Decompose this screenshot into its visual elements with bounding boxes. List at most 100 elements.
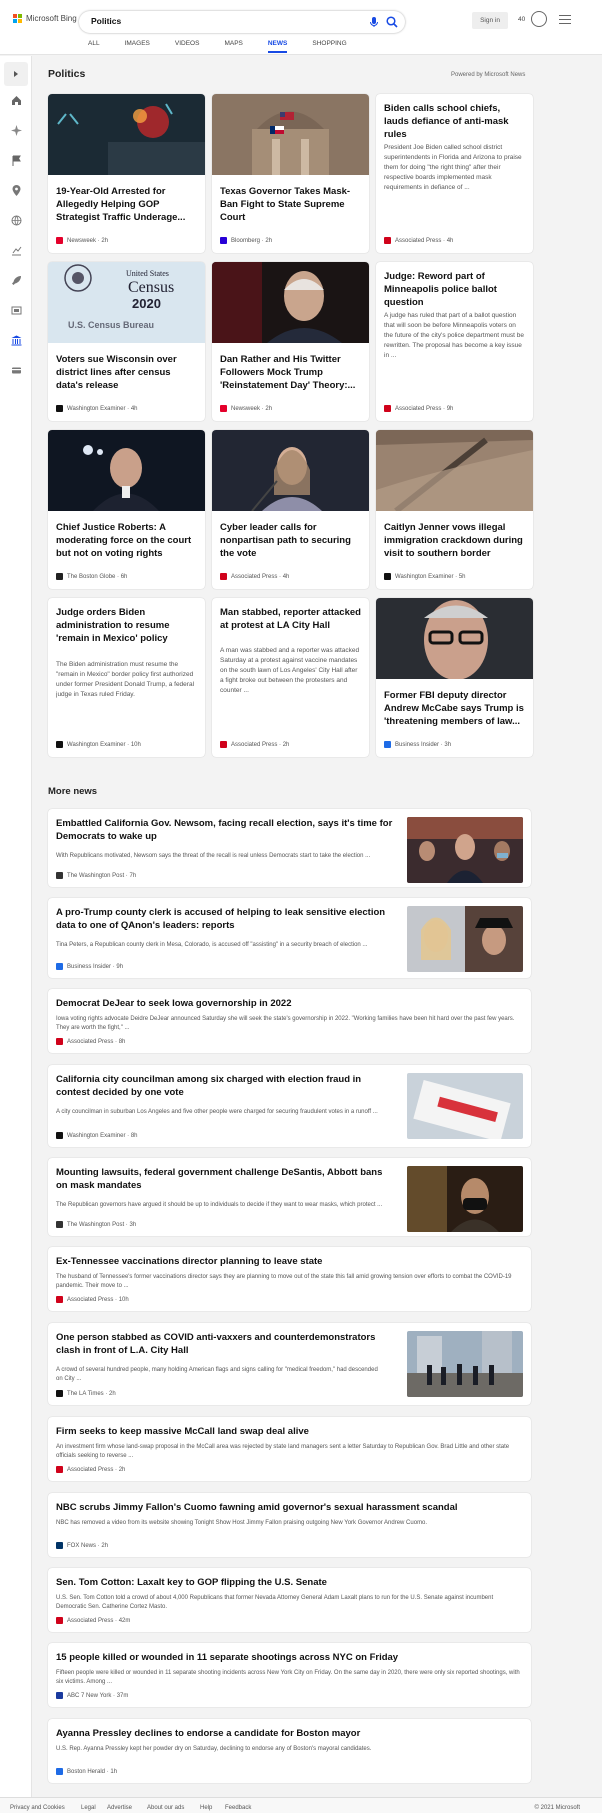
- news-row[interactable]: Mounting lawsuits, federal government ch…: [48, 1158, 531, 1236]
- news-row[interactable]: Democrat DeJear to seek Iowa governorshi…: [48, 989, 531, 1053]
- news-row[interactable]: Sen. Tom Cotton: Laxalt key to GOP flipp…: [48, 1568, 531, 1632]
- rewards-trophy-icon[interactable]: [531, 11, 547, 27]
- row-title[interactable]: Ayanna Pressley declines to endorse a ca…: [56, 1727, 521, 1740]
- row-title[interactable]: Firm seeks to keep massive McCall land s…: [56, 1425, 521, 1438]
- card-source: Business Insider · 3h: [384, 741, 451, 748]
- card-title[interactable]: Judge: Reword part of Minneapolis police…: [384, 270, 525, 309]
- page-footer: Privacy and Cookies Legal Advertise Abou…: [0, 1797, 602, 1813]
- source-time: 3h: [444, 741, 452, 748]
- search-icon[interactable]: [385, 15, 399, 29]
- microphone-icon[interactable]: [367, 15, 381, 29]
- row-title[interactable]: One person stabbed as COVID anti-vaxxers…: [56, 1331, 396, 1357]
- flag-icon[interactable]: [10, 154, 22, 166]
- card-title[interactable]: 19-Year-Old Arrested for Allegedly Helpi…: [56, 185, 197, 224]
- sign-in-button[interactable]: Sign in: [472, 12, 508, 29]
- footer-link-help[interactable]: Help: [200, 1805, 212, 1811]
- expand-chevron-icon[interactable]: [4, 62, 28, 86]
- news-card[interactable]: Judge orders Biden administration to res…: [48, 598, 205, 757]
- hamburger-menu-icon[interactable]: [559, 15, 571, 25]
- tab-maps[interactable]: MAPS: [224, 40, 242, 53]
- source-time: 2h: [265, 405, 273, 412]
- politics-building-icon[interactable]: [10, 334, 22, 346]
- source-name: Washington Examiner: [67, 1132, 126, 1139]
- news-row[interactable]: A pro-Trump county clerk is accused of h…: [48, 898, 531, 978]
- card-icon[interactable]: [10, 364, 22, 376]
- card-title[interactable]: Former FBI deputy director Andrew McCabe…: [384, 689, 525, 728]
- news-card[interactable]: Caitlyn Jenner vows illegal immigration …: [376, 430, 533, 589]
- row-source: Associated Press · 42m: [56, 1617, 130, 1624]
- card-title[interactable]: Cyber leader calls for nonpartisan path …: [220, 521, 361, 560]
- card-title[interactable]: Caitlyn Jenner vows illegal immigration …: [384, 521, 525, 560]
- tab-news[interactable]: NEWS: [267, 40, 288, 53]
- home-icon[interactable]: [10, 94, 22, 106]
- news-row[interactable]: One person stabbed as COVID anti-vaxxers…: [48, 1323, 531, 1405]
- news-card[interactable]: Texas Governor Takes Mask-Ban Fight to S…: [212, 94, 369, 253]
- tab-videos[interactable]: VIDEOS: [175, 40, 200, 53]
- news-card[interactable]: United States Census 2020 U.S. Census Burea…: [48, 262, 205, 421]
- row-title[interactable]: NBC scrubs Jimmy Fallon's Cuomo fawning …: [56, 1501, 521, 1514]
- source-name: FOX News: [67, 1542, 97, 1549]
- row-title[interactable]: Mounting lawsuits, federal government ch…: [56, 1166, 396, 1192]
- news-card[interactable]: Man stabbed, reporter attacked at protes…: [212, 598, 369, 757]
- source-time: 7h: [129, 872, 137, 879]
- associated-press-logo-icon: [56, 1466, 63, 1473]
- row-title[interactable]: Democrat DeJear to seek Iowa governorshi…: [56, 997, 521, 1010]
- source-name: Associated Press: [67, 1466, 114, 1473]
- news-row[interactable]: NBC scrubs Jimmy Fallon's Cuomo fawning …: [48, 1493, 531, 1557]
- tab-all[interactable]: ALL: [88, 40, 100, 53]
- tab-shopping[interactable]: SHOPPING: [312, 40, 346, 53]
- news-row[interactable]: Ex-Tennessee vaccinations director plann…: [48, 1247, 531, 1311]
- card-title[interactable]: Man stabbed, reporter attacked at protes…: [220, 606, 361, 632]
- news-card[interactable]: Dan Rather and His Twitter Followers Moc…: [212, 262, 369, 421]
- tab-images[interactable]: IMAGES: [125, 40, 150, 53]
- card-title[interactable]: Dan Rather and His Twitter Followers Moc…: [220, 353, 361, 392]
- source-name: The Boston Globe: [67, 573, 116, 580]
- row-title[interactable]: Sen. Tom Cotton: Laxalt key to GOP flipp…: [56, 1576, 521, 1589]
- news-card[interactable]: Biden calls school chiefs, lauds defianc…: [376, 94, 533, 253]
- card-title[interactable]: Texas Governor Takes Mask-Ban Fight to S…: [220, 185, 361, 224]
- washington-examiner-logo-icon: [56, 1132, 63, 1139]
- row-title[interactable]: A pro-Trump county clerk is accused of h…: [56, 906, 396, 932]
- news-row[interactable]: Firm seeks to keep massive McCall land s…: [48, 1417, 531, 1481]
- row-title[interactable]: Ex-Tennessee vaccinations director plann…: [56, 1255, 521, 1268]
- news-row[interactable]: Embattled California Gov. Newsom, facing…: [48, 809, 531, 887]
- source-name: Newsweek: [67, 237, 97, 244]
- chart-icon[interactable]: [10, 244, 22, 256]
- rocket-icon[interactable]: [10, 274, 22, 286]
- news-row[interactable]: 15 people killed or wounded in 11 separa…: [48, 1643, 531, 1707]
- location-pin-icon[interactable]: [10, 184, 22, 196]
- footer-link-feedback[interactable]: Feedback: [225, 1805, 251, 1811]
- source-name: Business Insider: [67, 963, 112, 970]
- card-title[interactable]: Biden calls school chiefs, lauds defianc…: [384, 102, 525, 141]
- news-card[interactable]: Former FBI deputy director Andrew McCabe…: [376, 598, 533, 757]
- search-input[interactable]: Politics: [91, 16, 121, 26]
- boston-globe-logo-icon: [56, 573, 63, 580]
- footer-link-advertise[interactable]: Advertise: [107, 1805, 132, 1811]
- card-title[interactable]: Chief Justice Roberts: A moderating forc…: [56, 521, 197, 560]
- footer-link-privacy[interactable]: Privacy and Cookies: [10, 1805, 65, 1811]
- source-time: 4h: [282, 573, 290, 580]
- news-row[interactable]: Ayanna Pressley declines to endorse a ca…: [48, 1719, 531, 1783]
- sparkle-icon[interactable]: [10, 124, 22, 136]
- news-card[interactable]: Judge: Reword part of Minneapolis police…: [376, 262, 533, 421]
- news-row[interactable]: California city councilman among six cha…: [48, 1065, 531, 1147]
- rewards-points[interactable]: 40: [518, 16, 525, 23]
- card-source: The Boston Globe · 6h: [56, 573, 127, 580]
- card-title[interactable]: Voters sue Wisconsin over district lines…: [56, 353, 197, 392]
- footer-link-legal[interactable]: Legal: [81, 1805, 96, 1811]
- row-snippet: U.S. Sen. Tom Cotton told a crowd of abo…: [56, 1595, 494, 1610]
- footer-link-about-ads[interactable]: About our ads: [147, 1805, 184, 1811]
- dan-rather-portrait-image: [212, 262, 369, 343]
- row-title[interactable]: 15 people killed or wounded in 11 separa…: [56, 1651, 521, 1664]
- bing-logo[interactable]: Microsoft Bing: [13, 14, 77, 23]
- news-card[interactable]: Chief Justice Roberts: A moderating forc…: [48, 430, 205, 589]
- news-card[interactable]: Cyber leader calls for nonpartisan path …: [212, 430, 369, 589]
- card-source: Associated Press · 9h: [384, 405, 453, 412]
- row-title[interactable]: Embattled California Gov. Newsom, facing…: [56, 817, 396, 843]
- search-box[interactable]: Politics: [79, 11, 405, 33]
- globe-icon[interactable]: [10, 214, 22, 226]
- news-card[interactable]: 19-Year-Old Arrested for Allegedly Helpi…: [48, 94, 205, 253]
- card-title[interactable]: Judge orders Biden administration to res…: [56, 606, 197, 645]
- row-title[interactable]: California city councilman among six cha…: [56, 1073, 396, 1099]
- film-icon[interactable]: [10, 304, 22, 316]
